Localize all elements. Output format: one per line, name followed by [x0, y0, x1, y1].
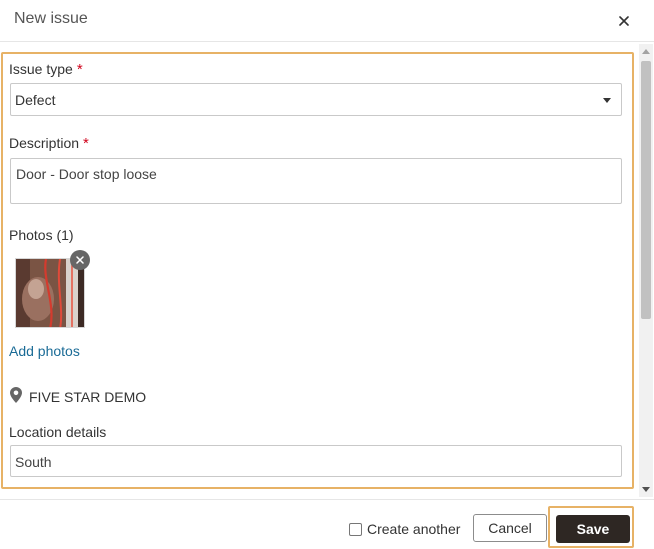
remove-photo-button[interactable] [70, 250, 90, 270]
description-input[interactable]: Door - Door stop loose [10, 158, 622, 204]
save-button[interactable]: Save [556, 515, 630, 543]
chevron-down-icon [603, 98, 611, 103]
save-button-highlight: Save [548, 506, 634, 548]
form-body: Issue type * Defect Description * Door - D… [1, 52, 634, 489]
close-icon [76, 256, 84, 264]
create-another-label: Create another [367, 521, 461, 537]
close-button[interactable] [612, 9, 636, 33]
description-value: Door - Door stop loose [16, 166, 157, 182]
scrollbar[interactable] [639, 44, 653, 497]
location-details-input[interactable]: South [10, 445, 622, 477]
cancel-button[interactable]: Cancel [473, 514, 547, 542]
dialog-title: New issue [14, 10, 88, 27]
description-label: Description * [9, 135, 89, 152]
create-another-checkbox[interactable] [349, 522, 362, 536]
location-details-label: Location details [9, 424, 107, 440]
scrollbar-thumb[interactable] [641, 61, 651, 319]
dialog-header: New issue [0, 0, 654, 42]
dialog-footer: Create another Cancel Save [0, 499, 654, 549]
photos-label: Photos (1) [9, 227, 74, 243]
scroll-up-arrow-icon[interactable] [642, 49, 650, 54]
issue-type-value: Defect [15, 92, 56, 108]
location-details-value: South [15, 454, 52, 470]
description-label-text: Description [9, 135, 80, 151]
form-content: Issue type * Defect Description * Door - D… [3, 54, 632, 487]
required-indicator: * [83, 135, 89, 152]
close-icon [619, 16, 629, 26]
map-pin-icon [10, 387, 22, 403]
location-name: FIVE STAR DEMO [29, 389, 147, 405]
scroll-down-arrow-icon[interactable] [642, 487, 650, 492]
issue-type-select[interactable]: Defect [10, 83, 622, 116]
issue-type-label: Issue type * [9, 61, 83, 78]
add-photos-link[interactable]: Add photos [9, 343, 80, 359]
required-indicator: * [76, 61, 83, 78]
issue-type-label-text: Issue type [9, 61, 73, 77]
create-another-option[interactable]: Create another [349, 521, 460, 537]
